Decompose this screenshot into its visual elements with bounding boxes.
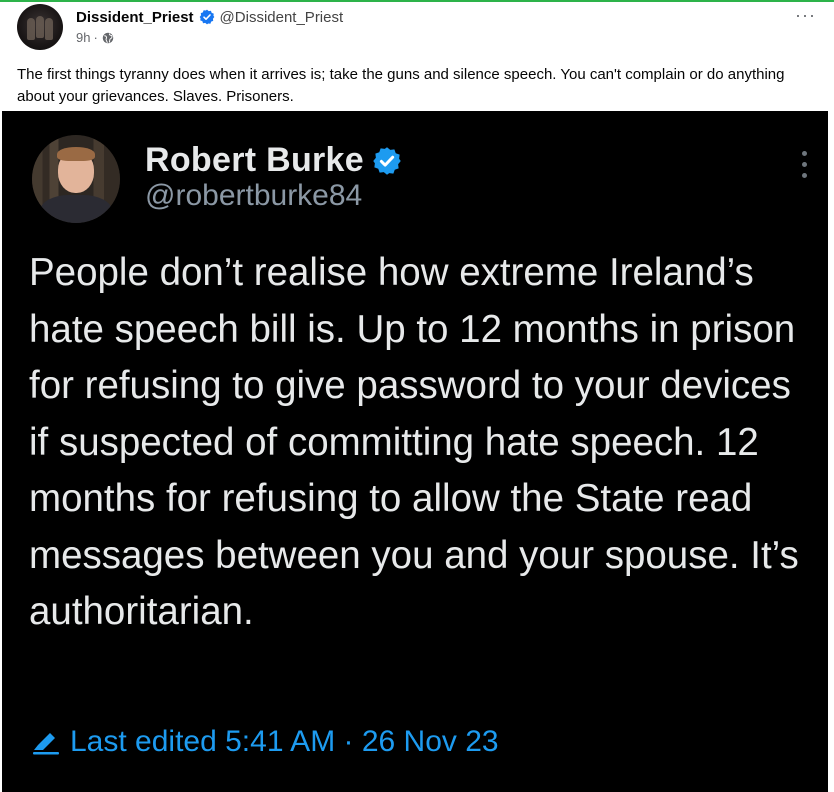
avatar-hair	[57, 147, 95, 161]
more-horizontal-icon: ···	[795, 5, 816, 25]
author-name[interactable]: Dissident_Priest	[76, 9, 194, 26]
tweet-author-handle: @robertburke84	[145, 179, 363, 212]
author-handle[interactable]: @Dissident_Priest	[220, 9, 344, 26]
post-text: The first things tyranny does when it ar…	[17, 66, 785, 105]
meta-separator: ·	[93, 30, 98, 45]
verified-badge-icon	[373, 146, 401, 175]
last-edited-label: Last edited 5:41 AM · 26 Nov 23	[70, 725, 499, 758]
avatar-shirt	[40, 195, 112, 223]
post-meta: 9h ·	[76, 30, 114, 45]
author-avatar[interactable]	[17, 4, 63, 50]
avatar-figure	[27, 18, 35, 40]
tweet-header: Robert Burke	[145, 141, 402, 180]
embedded-tweet-image[interactable]: Robert Burke @robertburke84 People don’t…	[2, 111, 828, 792]
more-options-button[interactable]: ···	[795, 6, 816, 24]
tweet-edited-footer: Last edited 5:41 AM · 26 Nov 23	[32, 725, 499, 759]
pencil-icon	[33, 733, 59, 755]
verified-badge-icon	[199, 9, 214, 25]
globe-icon	[102, 32, 114, 43]
tweet-author-avatar	[32, 135, 120, 223]
top-accent-line	[0, 0, 834, 2]
post-header: Dissident_Priest @Dissident_Priest	[76, 7, 343, 27]
tweet-body-text: People don’t realise how extreme Ireland…	[29, 251, 799, 633]
tweet-author-name: Robert Burke	[145, 141, 364, 179]
avatar-figure	[45, 18, 53, 40]
post-timestamp[interactable]: 9h	[76, 30, 90, 45]
avatar-figure	[36, 16, 44, 38]
more-vertical-icon	[802, 151, 808, 184]
